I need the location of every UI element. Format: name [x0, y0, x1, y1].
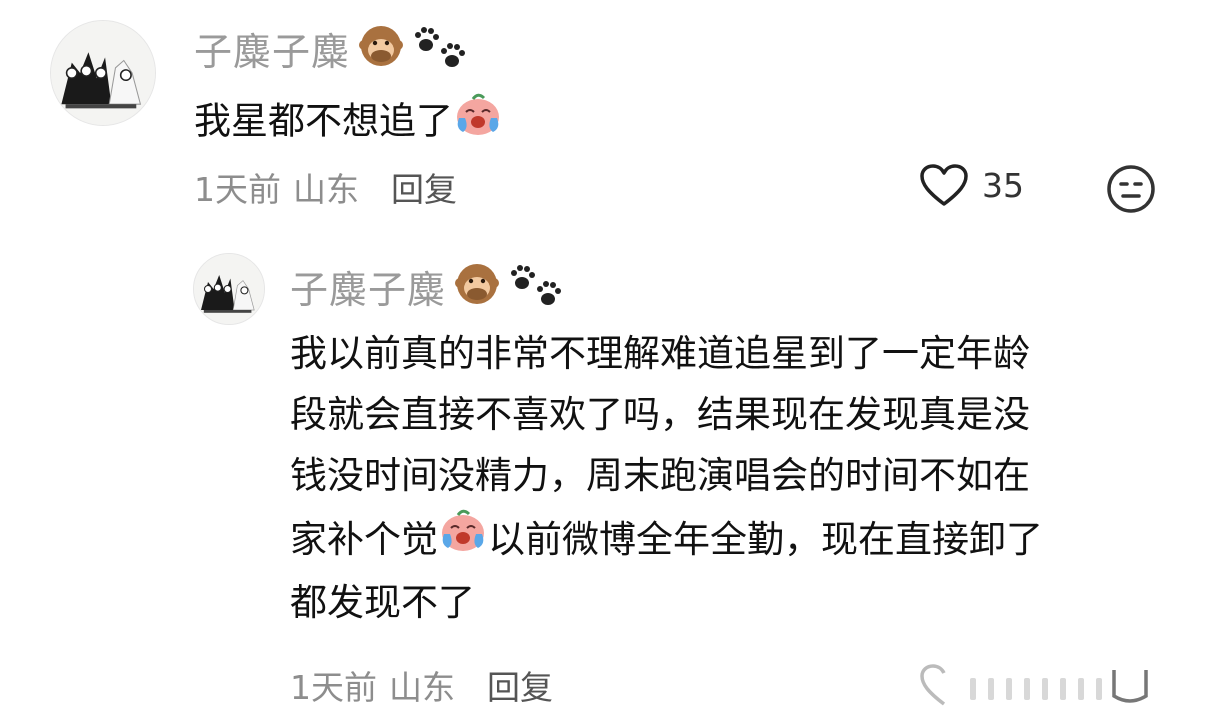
like-button[interactable]: 35 — [918, 162, 1024, 208]
comment-line: 钱没时间没精力，周末跑演唱会的时间不如在 — [290, 454, 1030, 497]
username[interactable]: 子麋子麋 — [290, 259, 446, 314]
comment-text: 我星都不想追了 — [194, 90, 503, 156]
like-count: 35 — [982, 165, 1024, 205]
reply-button[interactable]: 回复 — [487, 661, 553, 709]
comment-location: 山东 — [389, 668, 455, 707]
like-button[interactable] — [918, 662, 1178, 708]
monkey-icon — [454, 261, 500, 311]
monkey-icon — [358, 23, 404, 73]
heart-icon[interactable] — [918, 162, 970, 208]
heart-icon[interactable] — [918, 662, 1178, 708]
reply-button[interactable]: 回复 — [391, 163, 457, 211]
comment-line: 以前微博全年全勤，现在直接卸了 — [488, 517, 1043, 561]
comment-text: 我以前真的非常不理解难道追星到了一定年龄 段就会直接不喜欢了吗，结果现在发现真是… — [290, 323, 1170, 633]
comment-line: 都发现不了 — [290, 581, 475, 624]
paw-print-icon — [412, 21, 472, 75]
comment-time: 1天前 — [290, 668, 377, 707]
avatar-image — [194, 254, 264, 324]
crying-face-icon — [453, 90, 503, 156]
comment-text-content: 我星都不想追了 — [194, 99, 453, 143]
comment-line-with-emoji: 家补个觉 以前微博全年全勤，现在直接卸了 — [290, 506, 1170, 572]
comment-location: 山东 — [293, 170, 359, 209]
avatar-image — [51, 21, 155, 125]
paw-print-icon — [508, 259, 568, 313]
avatar[interactable] — [193, 253, 265, 325]
avatar[interactable] — [50, 20, 156, 126]
crying-face-icon — [438, 506, 488, 572]
comment-line: 我以前真的非常不理解难道追星到了一定年龄 — [290, 332, 1030, 375]
comment-line: 段就会直接不喜欢了吗，结果现在发现真是没 — [290, 393, 1030, 436]
meh-face-icon[interactable] — [1105, 163, 1157, 215]
username[interactable]: 子麋子麋 — [194, 21, 350, 76]
comment-time: 1天前 — [194, 170, 281, 209]
comment-line: 家补个觉 — [290, 517, 438, 561]
